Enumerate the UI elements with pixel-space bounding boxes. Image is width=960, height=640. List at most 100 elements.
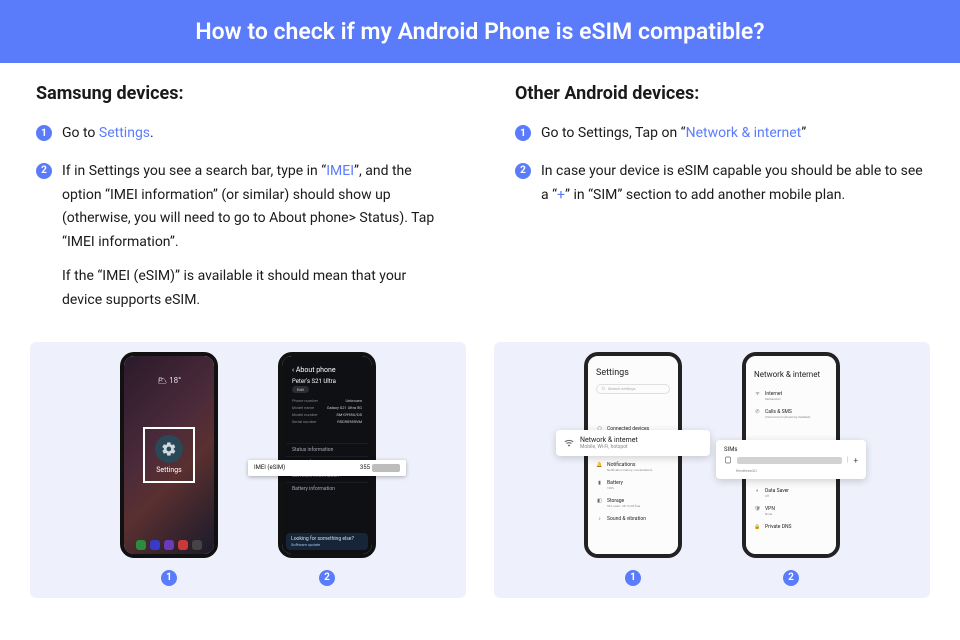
phone-number-badge: 2 (319, 570, 335, 586)
row-subtitle: Notification history, conversations (607, 468, 652, 472)
search-bar: Search settings (596, 384, 670, 394)
row-title: Sound & vibration (607, 516, 646, 522)
row-title: Battery (607, 480, 623, 486)
step-number-badge: 1 (36, 125, 52, 141)
other-column: Other Android devices: 1 Go to Settings,… (515, 83, 924, 327)
phone-number-badge: 2 (783, 570, 799, 586)
network-internet-callout: Network & internet Mobile, Wi-Fi, hotspo… (556, 430, 710, 456)
network-internet-link[interactable]: Network & internet (686, 125, 802, 141)
other-phones-panel: Settings Search settings ⬡Connected devi… (494, 342, 930, 598)
about-phone-screen: ‹ About phone Peter's S21 Ultra Edit Pho… (282, 356, 372, 554)
callout-title: Network & internet (580, 436, 638, 444)
gear-icon (161, 441, 177, 457)
storage-icon: ◧ (596, 498, 603, 505)
phone-number-badge: 1 (161, 570, 177, 586)
page-title: How to check if my Android Phone is eSIM… (195, 18, 764, 45)
settings-link[interactable]: Settings (99, 125, 150, 141)
samsung-step-1: 1 Go to Settings. (36, 122, 445, 146)
text-fragment: . (150, 125, 154, 141)
other-phone-2-cell: Network & internet ᯤInternetRentlessGO ✆… (742, 352, 840, 586)
sims-header: SIMs (724, 446, 858, 453)
row-value: R5CR0985VM (337, 419, 362, 424)
step-text: If in Settings you see a search bar, typ… (62, 160, 445, 313)
row-title: Private DNS (765, 524, 792, 530)
wifi-icon: ᯤ (754, 391, 761, 398)
other-step-1: 1 Go to Settings, Tap on “Network & inte… (515, 122, 924, 146)
imei-link[interactable]: IMEI (326, 163, 354, 179)
ni-row: ᯤInternetRentlessGO (750, 387, 832, 405)
row-title: VPN (765, 506, 775, 512)
row-key: Serial number (292, 419, 317, 424)
sims-line: | + (724, 456, 858, 465)
samsung-step-2: 2 If in Settings you see a search bar, t… (36, 160, 445, 313)
row-key: Phone number (292, 398, 318, 403)
ni-title: Network & internet (754, 370, 828, 379)
edit-button: Edit (292, 386, 309, 393)
samsung-phones-panel: 🌥 18° Settings (30, 342, 466, 598)
settings-title: Settings (596, 368, 670, 378)
weather-widget: 🌥 18° (124, 376, 214, 385)
dock-app-icon (136, 540, 146, 550)
ni-row: ◐Data SaverOff (750, 484, 832, 502)
sims-callout: SIMs | + RentlessGO (716, 440, 866, 479)
info-row: Serial number R5CR0985VM (286, 418, 368, 425)
row-value: Galaxy S21 Ultra 5G (327, 405, 362, 410)
step-number-badge: 1 (515, 125, 531, 141)
datasaver-icon: ◐ (754, 488, 761, 495)
settings-label: Settings (156, 466, 182, 474)
row-subtitle: RentlessGO (765, 397, 782, 401)
about-phone-header: ‹ About phone (292, 366, 368, 374)
phone-icon: ✆ (754, 409, 761, 416)
phones-row: 🌥 18° Settings (0, 342, 960, 598)
settings-row: ◧Storage54% used - 58.73 GB free (592, 494, 674, 512)
other-section-title: Other Android devices: (515, 83, 924, 104)
info-row: Model numberSM-G998U/DS (286, 411, 368, 418)
vpn-icon: 🛡 (754, 506, 761, 513)
step-text: Go to Settings, Tap on “Network & intern… (541, 122, 806, 146)
plus-icon: + (853, 456, 858, 465)
suggestion-link: Software update (291, 542, 320, 547)
samsung-phone-1: 🌥 18° Settings (120, 352, 218, 558)
settings-row: ▮Battery100% (592, 476, 674, 494)
samsung-phone-2-cell: ‹ About phone Peter's S21 Ultra Edit Pho… (278, 352, 376, 586)
text-fragment: Go to Settings, Tap on “ (541, 125, 686, 141)
sim-icon (724, 456, 732, 464)
page-header: How to check if my Android Phone is eSIM… (0, 0, 960, 63)
search-icon (601, 386, 606, 391)
device-name: Peter's S21 Ultra (292, 378, 368, 385)
imei-callout: IMEI (eSIM) 355 (248, 460, 406, 476)
ni-row: ✆Calls & SMSChina Unicom (Roaming disabl… (750, 405, 832, 423)
sound-icon: ♪ (596, 516, 603, 523)
settings-row: 🔔NotificationsNotification history, conv… (592, 458, 674, 476)
settings-icon-highlight: Settings (143, 427, 195, 483)
row-subtitle: 54% used - 58.73 GB free (607, 504, 640, 508)
row-key: Model number (292, 412, 318, 417)
step-text: In case your device is eSIM capable you … (541, 160, 924, 208)
step-paragraph: If the “IMEI (eSIM)” is available it sho… (62, 265, 445, 313)
samsung-column: Samsung devices: 1 Go to Settings. 2 If … (36, 83, 445, 327)
imei-esim-label: IMEI (eSIM) (254, 464, 285, 471)
imei-blurred-value (372, 464, 400, 472)
dns-icon: 🔒 (754, 524, 761, 531)
content-columns: Samsung devices: 1 Go to Settings. 2 If … (0, 63, 960, 327)
step-number-badge: 2 (515, 163, 531, 179)
dock (124, 540, 214, 550)
temperature-value: 18° (169, 376, 181, 385)
text-fragment: If in Settings you see a search bar, typ… (62, 163, 326, 179)
samsung-phone-2: ‹ About phone Peter's S21 Ultra Edit Pho… (278, 352, 376, 558)
ni-row: 🛡 VPNNone (750, 502, 832, 520)
info-row: Phone number Unknown (286, 397, 368, 404)
dock-app-icon (178, 540, 188, 550)
step-text: Go to Settings. (62, 122, 154, 146)
ni-row: 🔒 Private DNS (750, 520, 832, 535)
row-value: Unknown (345, 398, 362, 403)
phone-number-badge: 1 (625, 570, 641, 586)
phone-row: 🌥 18° Settings (120, 352, 376, 586)
row-subtitle: None (765, 512, 775, 516)
phone-row: Settings Search settings ⬡Connected devi… (584, 352, 840, 586)
settings-app-icon (155, 435, 183, 463)
header-label: About phone (296, 366, 336, 374)
plus-link[interactable]: + (557, 187, 565, 203)
settings-row: ♪ Sound & vibration (592, 512, 674, 527)
info-row: Model nameGalaxy S21 Ultra 5G (286, 404, 368, 411)
